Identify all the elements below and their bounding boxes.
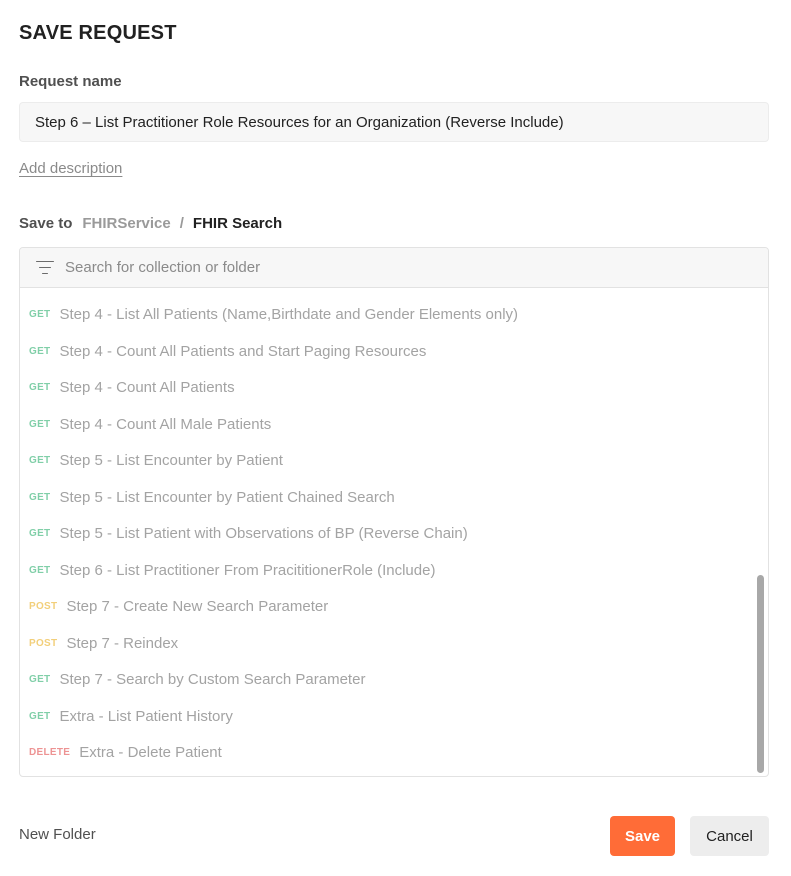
method-badge: GET [29,309,51,321]
method-badge: GET [29,710,51,722]
method-badge: GET [29,528,51,540]
request-name: Step 6 - List Practitioner From Pracitit… [59,561,436,579]
request-name-input[interactable] [19,102,769,142]
request-list-item[interactable]: GET Step 4 - Count All Patients [20,370,768,407]
request-list-item[interactable]: POST Step 7 - Create New Search Parameter [20,589,768,626]
request-list-item[interactable]: GET Step 5 - List Patient with Observatio… [20,516,768,553]
request-name: Step 4 - Count All Patients and Start Pa… [59,342,427,360]
request-name: Step 4 - List All Patients (Name,Birthda… [59,306,519,324]
request-name: Step 4 - Count All Patients [59,379,235,397]
save-button[interactable]: Save [610,816,675,856]
list-scrollbar[interactable] [757,575,764,773]
breadcrumb-collection[interactable]: FHIRService [82,215,170,232]
collection-picker: GETStep 3 - List Patient Observations by… [19,247,769,777]
breadcrumb-separator: / [179,215,184,232]
request-list-item[interactable]: GET Step 4 - Count All Patients and Start… [20,333,768,370]
method-badge: GET [29,564,51,576]
request-list-item[interactable]: DELETE Extra - Delete Patient [20,735,768,772]
request-name: Step 4 - Count All Male Patients [59,415,272,433]
method-badge: GET [29,418,51,430]
method-badge: GET [29,491,51,503]
request-list-item[interactable]: GETStep 3 - List Patient Observations by… [20,288,768,297]
method-badge: POST [29,601,58,613]
request-name: Extra - Delete Patient [79,744,222,762]
request-name: Step 7 - Reindex [66,634,179,652]
method-badge: GET [29,674,51,686]
request-list-item[interactable]: GET Step 5 - List Encounter by Patient [20,443,768,480]
request-list-item[interactable]: GET Step 5 - List Encounter by Patient Ch… [20,479,768,516]
request-name: Step 7 - Create New Search Parameter [66,598,329,616]
method-badge: GET [29,455,51,467]
cancel-button[interactable]: Cancel [690,816,769,856]
dialog-title: SAVE REQUEST [19,22,177,44]
request-name-label: Request name [19,73,122,90]
collection-search-row [20,248,768,288]
request-name: Step 5 - List Encounter by Patient [59,452,283,470]
request-list-item[interactable]: GET Step 4 - List All Patients (Name,Birt… [20,297,768,334]
add-description-link[interactable]: Add description [19,160,122,177]
collection-search-input[interactable] [65,248,768,287]
save-to-breadcrumb: Save to FHIRService / FHIR Search [19,215,282,232]
method-badge: POST [29,637,58,649]
save-to-label: Save to [19,215,73,232]
request-name: Step 5 - List Encounter by Patient Chain… [59,488,395,506]
request-name: Extra - List Patient History [59,707,233,725]
breadcrumb-folder: FHIR Search [192,215,283,232]
request-list: GETStep 3 - List Patient Observations by… [20,288,768,776]
request-list-item[interactable]: GET Step 6 - List Practitioner From Praci… [20,552,768,589]
new-folder-button[interactable]: New Folder [19,826,96,843]
filter-icon [36,260,54,275]
request-name: Step 5 - List Patient with Observations … [59,525,468,543]
request-list-item[interactable]: POST Step 7 - Reindex [20,625,768,662]
request-list-item[interactable]: GET Step 7 - Search by Custom Search Para… [20,662,768,699]
method-badge: GET [29,382,51,394]
request-list-item[interactable]: GET Step 4 - Count All Male Patients [20,406,768,443]
method-badge: GET [29,345,51,357]
request-list-item[interactable]: GET Extra - List Patient History [20,698,768,735]
request-name: Step 7 - Search by Custom Search Paramet… [59,671,366,689]
method-badge: DELETE [29,747,71,759]
